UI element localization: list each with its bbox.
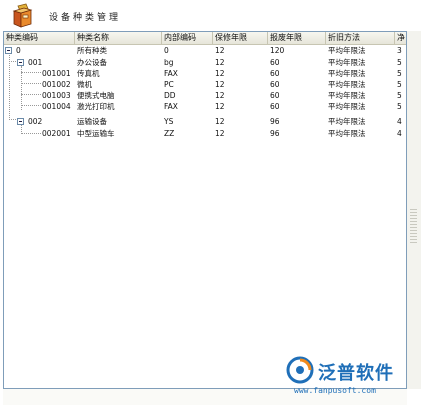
fanpu-logo-icon: [286, 356, 314, 384]
cell-scrap-years: 120: [270, 46, 285, 55]
cell-net: 5: [397, 102, 402, 111]
toolbox-icon: [12, 3, 33, 28]
cell-net: 3: [397, 46, 402, 55]
cell-internal-code: YS: [164, 117, 174, 126]
cell-scrap-years: 96: [270, 117, 280, 126]
cell-name: 传真机: [77, 69, 100, 78]
cell-scrap-years: 60: [270, 91, 280, 100]
cell-internal-code: FAX: [164, 69, 178, 78]
cell-name: 办公设备: [77, 58, 107, 67]
table-row[interactable]: 002 运输设备 YS 12 96 平均年限法 4: [4, 116, 406, 127]
vertical-scrollbar[interactable]: [407, 31, 421, 389]
cell-name: 激光打印机: [77, 102, 115, 111]
cell-scrap-years: 60: [270, 69, 280, 78]
cell-warranty-years: 12: [215, 58, 225, 67]
cell-depreciation-method: 平均年限法: [328, 69, 366, 78]
cell-code: 002001: [42, 129, 71, 138]
cell-net: 4: [397, 129, 402, 138]
device-type-tree-grid[interactable]: 种类编码 种类名称 内部编码 保修年限 报废年限 折旧方法 净 0 所有种类 0…: [3, 31, 407, 389]
cell-depreciation-method: 平均年限法: [328, 129, 366, 138]
table-row[interactable]: 001002 微机 PC 12 60 平均年限法 5: [4, 79, 406, 90]
cell-depreciation-method: 平均年限法: [328, 58, 366, 67]
column-header-depreciation-method[interactable]: 折旧方法: [326, 32, 395, 44]
column-header-warranty-years[interactable]: 保修年限: [213, 32, 268, 44]
cell-name: 所有种类: [77, 46, 107, 55]
table-row[interactable]: 001001 传真机 FAX 12 60 平均年限法 5: [4, 68, 406, 79]
brand-url: www.fanpusoft.com: [294, 386, 376, 395]
table-row[interactable]: 001003 便携式电脑 DD 12 60 平均年限法 5: [4, 90, 406, 101]
column-header-code[interactable]: 种类编码: [4, 32, 75, 44]
cell-code: 001001: [42, 69, 71, 78]
cell-code: 002: [28, 117, 43, 126]
cell-internal-code: DD: [164, 91, 176, 100]
cell-depreciation-method: 平均年限法: [328, 117, 366, 126]
column-header-internal-code[interactable]: 内部编码: [162, 32, 213, 44]
cell-net: 5: [397, 58, 402, 67]
column-header-name[interactable]: 种类名称: [75, 32, 162, 44]
grid-header: 种类编码 种类名称 内部编码 保修年限 报废年限 折旧方法 净: [4, 32, 406, 45]
cell-warranty-years: 12: [215, 102, 225, 111]
table-row[interactable]: 001004 激光打印机 FAX 12 60 平均年限法 5: [4, 101, 406, 112]
cell-warranty-years: 12: [215, 69, 225, 78]
table-row[interactable]: 002001 中型运输车 ZZ 12 96 平均年限法 4: [4, 128, 406, 139]
collapse-toggle-icon[interactable]: [17, 59, 24, 66]
cell-code: 001002: [42, 80, 71, 89]
cell-depreciation-method: 平均年限法: [328, 91, 366, 100]
cell-code: 001003: [42, 91, 71, 100]
collapse-toggle-icon[interactable]: [17, 118, 24, 125]
cell-internal-code: bg: [164, 58, 174, 67]
cell-warranty-years: 12: [215, 117, 225, 126]
cell-code: 001004: [42, 102, 71, 111]
cell-internal-code: FAX: [164, 102, 178, 111]
cell-internal-code: 0: [164, 46, 169, 55]
collapse-toggle-icon[interactable]: [5, 47, 12, 54]
column-header-scrap-years[interactable]: 报废年限: [268, 32, 326, 44]
cell-scrap-years: 60: [270, 80, 280, 89]
column-header-net[interactable]: 净: [395, 32, 406, 44]
cell-name: 运输设备: [77, 117, 107, 126]
cell-name: 微机: [77, 80, 92, 89]
cell-scrap-years: 96: [270, 129, 280, 138]
cell-depreciation-method: 平均年限法: [328, 46, 366, 55]
cell-depreciation-method: 平均年限法: [328, 80, 366, 89]
brand-name: 泛普软件: [318, 363, 394, 384]
cell-net: 5: [397, 91, 402, 100]
cell-warranty-years: 12: [215, 129, 225, 138]
cell-depreciation-method: 平均年限法: [328, 102, 366, 111]
cell-code: 001: [28, 58, 43, 67]
scrollbar-grip-icon[interactable]: [410, 209, 417, 243]
cell-scrap-years: 60: [270, 58, 280, 67]
cell-net: 5: [397, 80, 402, 89]
cell-name: 便携式电脑: [77, 91, 115, 100]
cell-net: 4: [397, 117, 402, 126]
cell-net: 5: [397, 69, 402, 78]
cell-internal-code: ZZ: [164, 129, 175, 138]
cell-warranty-years: 12: [215, 80, 225, 89]
table-row[interactable]: 0 所有种类 0 12 120 平均年限法 3: [4, 45, 406, 56]
cell-internal-code: PC: [164, 80, 174, 89]
cell-warranty-years: 12: [215, 46, 225, 55]
cell-warranty-years: 12: [215, 91, 225, 100]
cell-name: 中型运输车: [77, 129, 115, 138]
brand-watermark: 泛普软件 www.fanpusoft.com: [286, 356, 416, 402]
cell-code: 0: [16, 46, 21, 55]
window-title: 设备种类管理: [49, 13, 122, 23]
cell-scrap-years: 60: [270, 102, 280, 111]
title-bar: 设备种类管理: [0, 0, 421, 31]
table-row[interactable]: 001 办公设备 bg 12 60 平均年限法 5: [4, 57, 406, 68]
